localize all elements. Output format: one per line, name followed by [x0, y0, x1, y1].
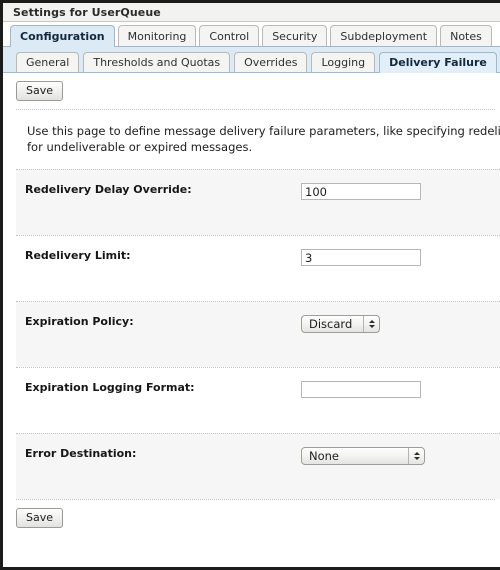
settings-content: Save Use this page to define message del…	[3, 73, 500, 536]
subtab-delivery-failure[interactable]: Delivery Failure	[379, 52, 497, 73]
tab-monitoring-label: Monitoring	[127, 30, 187, 43]
primary-tabstrip: Configuration Monitoring Control Securit…	[3, 22, 500, 47]
expiration-logging-format-input[interactable]	[301, 381, 421, 398]
expiration-policy-value: Discard	[309, 317, 353, 331]
secondary-tabstrip: General Thresholds and Quotas Overrides …	[3, 47, 500, 73]
label-expiration-logging-format: Expiration Logging Format:	[25, 381, 195, 394]
settings-window: Settings for UserQueue Configuration Mon…	[0, 0, 500, 570]
subtab-delivery-failure-label: Delivery Failure	[389, 56, 487, 69]
subtab-thresholds-and-quotas-label: Thresholds and Quotas	[93, 56, 221, 69]
subtab-logging-label: Logging	[321, 56, 366, 69]
page-description: Use this page to define message delivery…	[3, 110, 500, 169]
save-button-bottom[interactable]: Save	[16, 508, 64, 528]
field-redelivery-delay-override	[301, 183, 500, 200]
tab-subdeployment-label: Subdeployment	[340, 30, 428, 43]
page-title: Settings for UserQueue	[13, 5, 161, 19]
tab-notes[interactable]: Notes	[440, 25, 492, 46]
tab-security[interactable]: Security	[262, 25, 328, 46]
tab-configuration[interactable]: Configuration	[10, 25, 115, 47]
subtab-overrides[interactable]: Overrides	[234, 52, 308, 72]
error-destination-select[interactable]: None	[301, 447, 425, 465]
field-error-destination: None	[301, 447, 500, 465]
page-description-line1: Use this page to define message delivery…	[27, 124, 500, 138]
updown-arrows-icon	[408, 448, 424, 464]
bottom-button-row: Save	[3, 500, 500, 536]
subtab-general[interactable]: General	[16, 52, 80, 72]
redelivery-limit-input[interactable]	[301, 249, 421, 266]
field-expiration-logging-format	[301, 381, 500, 398]
window-titlebar: Settings for UserQueue	[3, 3, 500, 22]
label-expiration-policy: Expiration Policy:	[25, 315, 134, 328]
field-expiration-policy: Discard	[301, 315, 500, 333]
form-row-expiration-policy: Expiration Policy: Discard	[16, 301, 500, 367]
top-button-row: Save	[3, 73, 500, 109]
subtab-overrides-label: Overrides	[244, 56, 298, 69]
page-description-line2: for undeliverable or expired messages.	[27, 140, 253, 154]
label-redelivery-limit: Redelivery Limit:	[25, 249, 131, 262]
subtab-general-label: General	[26, 56, 70, 69]
redelivery-delay-override-input[interactable]	[301, 183, 421, 200]
form-row-redelivery-delay-override: Redelivery Delay Override:	[16, 169, 500, 235]
tab-monitoring[interactable]: Monitoring	[117, 25, 197, 46]
tab-subdeployment[interactable]: Subdeployment	[330, 25, 438, 46]
tab-control[interactable]: Control	[199, 25, 260, 46]
form-row-expiration-logging-format: Expiration Logging Format:	[16, 367, 500, 433]
subtab-thresholds-and-quotas[interactable]: Thresholds and Quotas	[83, 52, 231, 72]
expiration-policy-select[interactable]: Discard	[301, 315, 380, 333]
updown-arrows-icon	[363, 316, 379, 332]
subtab-logging[interactable]: Logging	[311, 52, 376, 72]
tab-configuration-label: Configuration	[20, 30, 105, 43]
field-redelivery-limit	[301, 249, 500, 266]
save-button-top[interactable]: Save	[16, 81, 64, 101]
form-row-redelivery-limit: Redelivery Limit:	[16, 235, 500, 301]
label-redelivery-delay-override: Redelivery Delay Override:	[25, 183, 192, 196]
tab-notes-label: Notes	[450, 30, 482, 43]
form-row-error-destination: Error Destination: None	[16, 433, 500, 499]
tab-control-label: Control	[209, 30, 250, 43]
label-error-destination: Error Destination:	[25, 447, 137, 460]
error-destination-value: None	[309, 449, 340, 463]
tab-security-label: Security	[272, 30, 318, 43]
